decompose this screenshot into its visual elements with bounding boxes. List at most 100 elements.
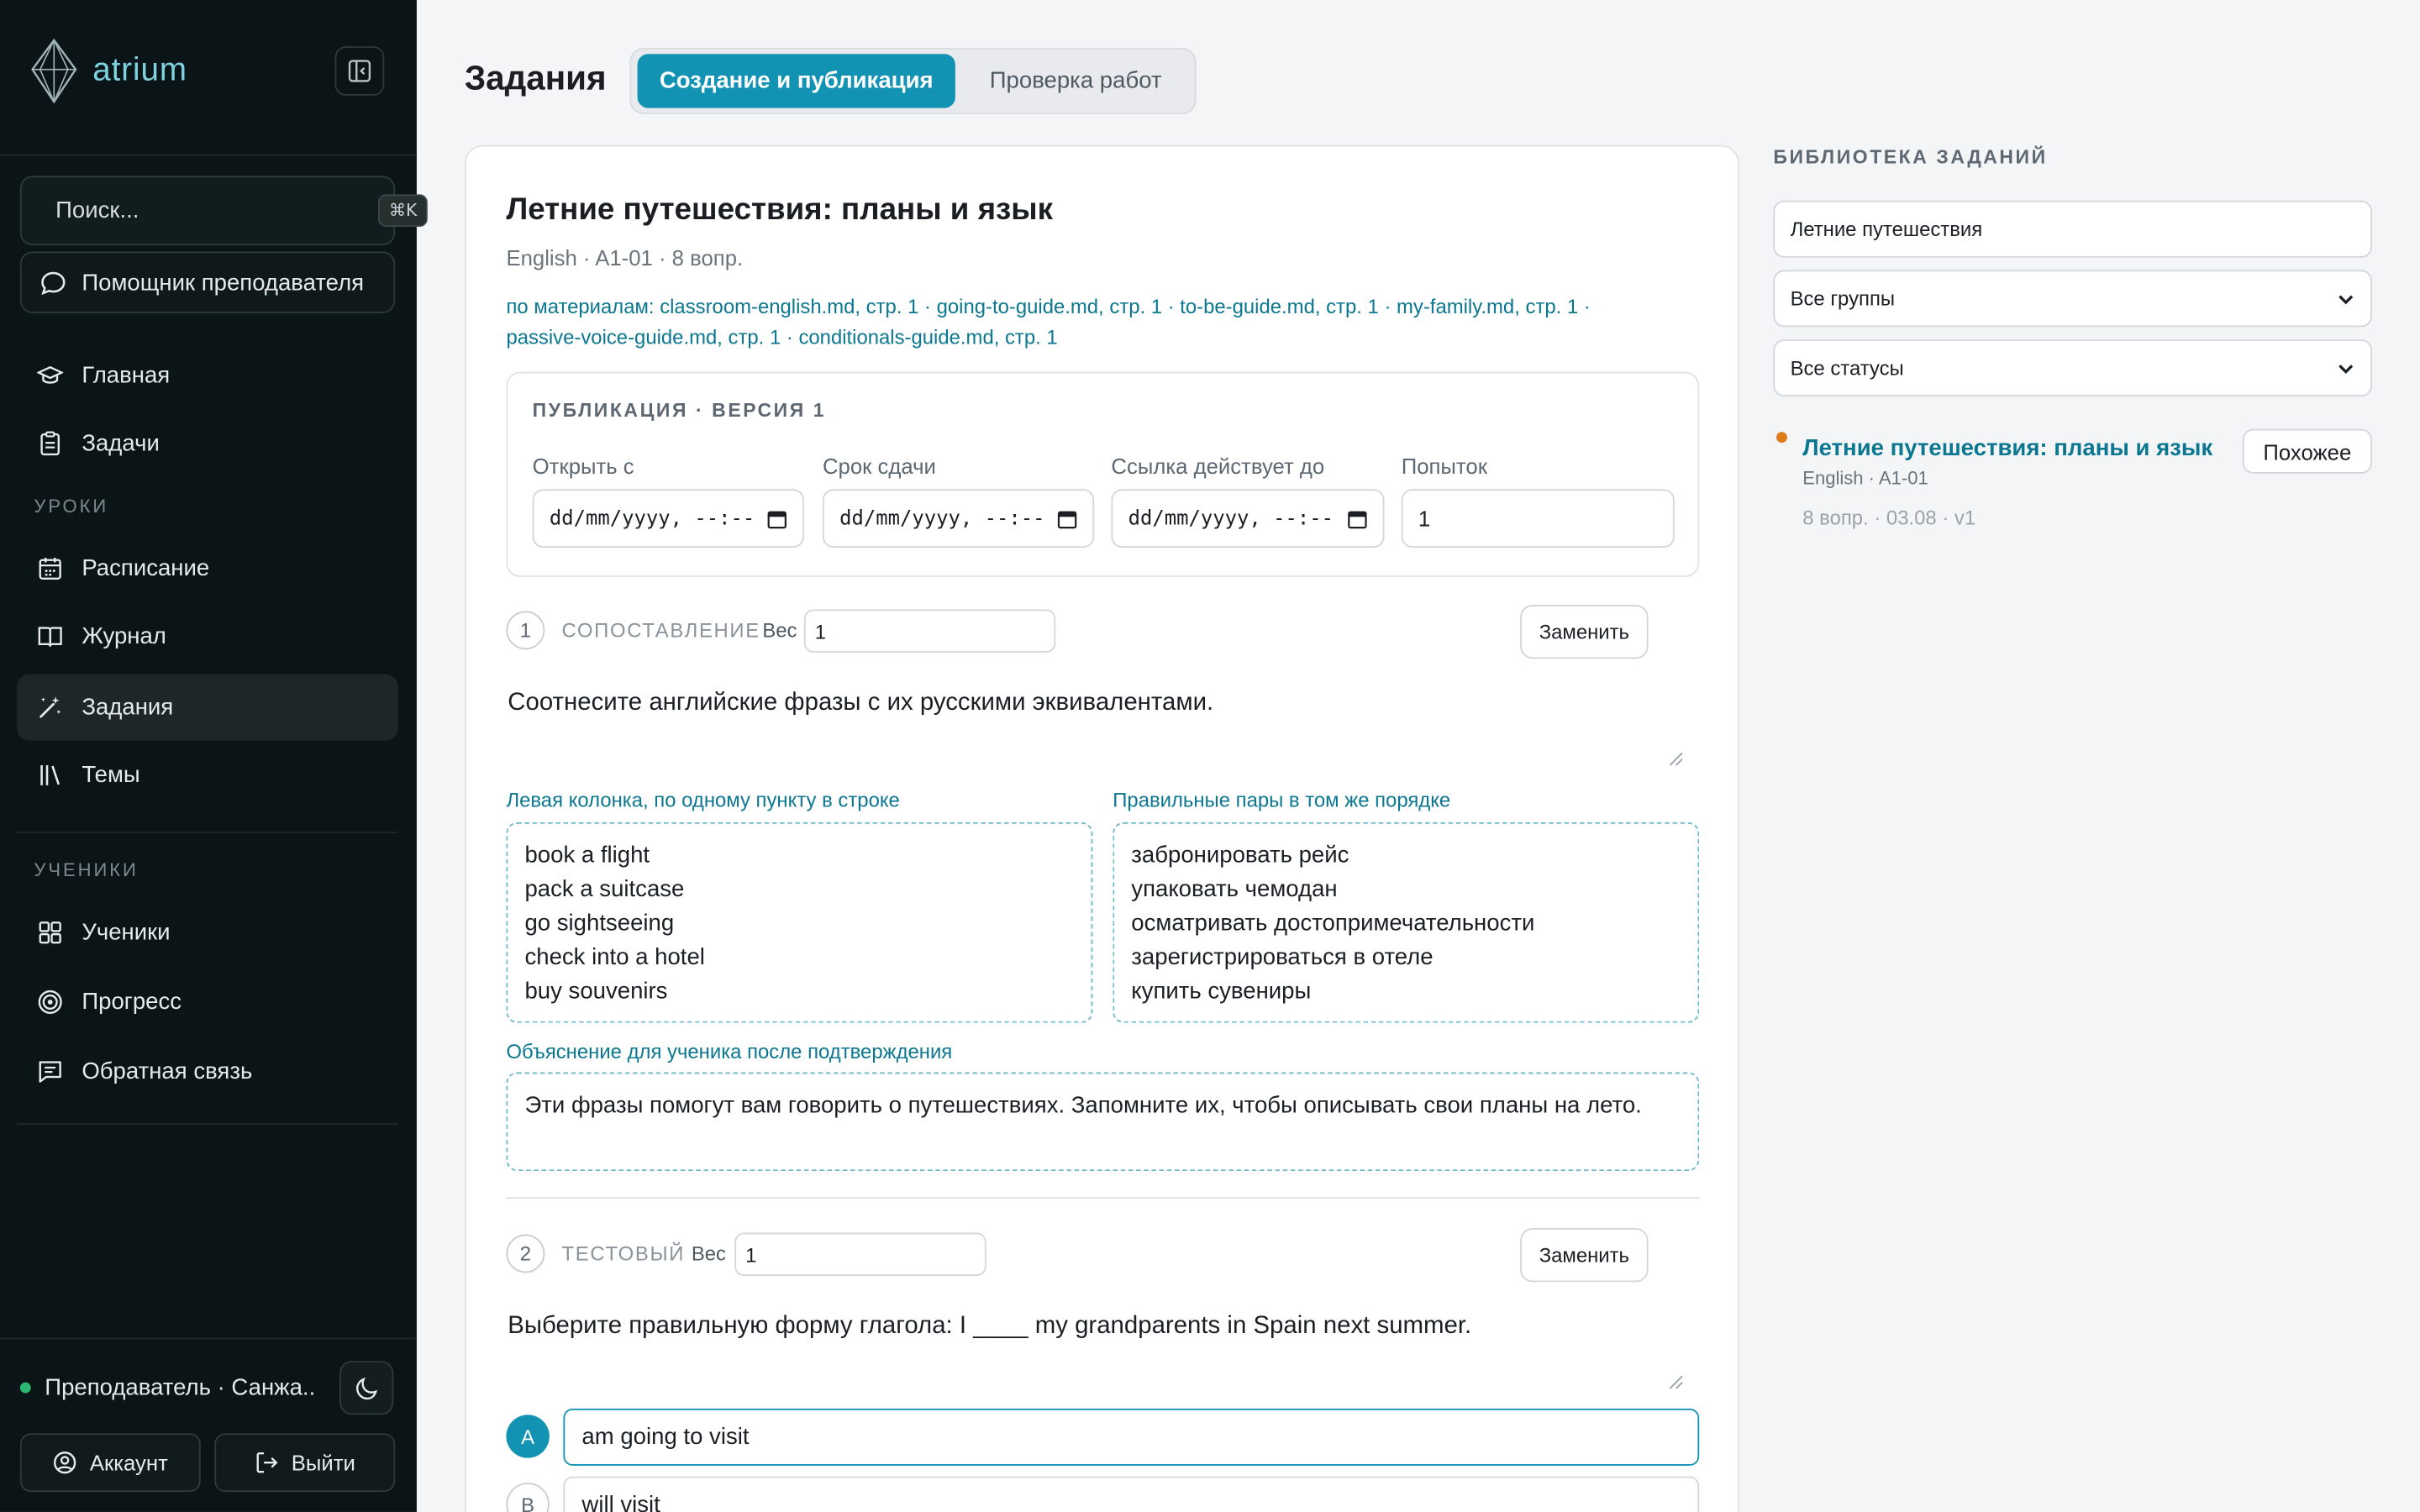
user-name: Преподаватель · Санжа... xyxy=(45,1373,317,1400)
replace-question-button[interactable]: Заменить xyxy=(1520,604,1649,659)
due-date-label: Срок сдачи xyxy=(822,453,936,479)
graduation-cap-icon xyxy=(37,365,64,384)
tab-review[interactable]: Проверка работ xyxy=(960,54,1192,108)
open-from-label: Открыть с xyxy=(532,453,634,479)
tab-create-publish[interactable]: Создание и публикация xyxy=(637,54,955,108)
right-column-textarea[interactable]: забронировать рейс упаковать чемодан осм… xyxy=(1113,822,1700,1023)
collapse-sidebar-button[interactable] xyxy=(334,46,385,96)
sidebar-divider xyxy=(17,1123,398,1125)
calendar-icon[interactable] xyxy=(767,508,787,528)
atrium-logo-icon xyxy=(31,38,77,104)
library-icon xyxy=(40,765,60,785)
book-open-icon xyxy=(38,627,62,647)
online-status-dot xyxy=(19,1381,31,1393)
explanation-label: Объяснение для ученика после подтвержден… xyxy=(506,1039,953,1063)
question-number-badge: 1 xyxy=(506,611,545,650)
assignment-title: Летние путешествия: планы и язык xyxy=(506,192,1054,227)
sidebar-item-schedule[interactable]: Расписание xyxy=(17,535,398,601)
brand[interactable]: atrium xyxy=(31,38,187,104)
sidebar-item-label: Прогресс xyxy=(82,989,182,1016)
question-prompt[interactable]: Соотнесите английские фразы с их русским… xyxy=(508,690,1681,717)
assignment-editor-card: Летние путешествия: планы и язык English… xyxy=(464,144,1739,1512)
group-filter-select[interactable]: Все группы xyxy=(1773,270,2373,328)
left-column-label: Левая колонка, по одному пункту в строке xyxy=(506,788,900,812)
sidebar-item-label: Главная xyxy=(82,362,171,389)
sidebar-item-tasks[interactable]: Задачи xyxy=(17,411,398,477)
weight-input[interactable] xyxy=(803,609,1056,653)
sidebar: atrium ⌘K Помощник преподавателя xyxy=(0,0,429,1512)
attempts-label: Попыток xyxy=(1401,453,1487,479)
publication-heading: ПУБЛИКАЦИЯ · ВЕРСИЯ 1 xyxy=(532,399,827,422)
explanation-textarea[interactable]: Эти фразы помогут вам говорить о путешес… xyxy=(506,1072,1700,1172)
right-item: забронировать рейс xyxy=(1131,842,1349,869)
question-divider xyxy=(506,1197,1700,1200)
question-type-label: ТЕСТОВЫЙ xyxy=(561,1242,686,1266)
option-input[interactable]: will visit xyxy=(563,1476,1700,1512)
sidebar-item-progress[interactable]: Прогресс xyxy=(17,969,398,1035)
library-item-title[interactable]: Летние путешествия: планы и язык xyxy=(1802,435,2212,461)
message-icon xyxy=(39,1061,61,1083)
library-search-value: Летние путешествия xyxy=(1790,217,1983,241)
calendar-icon[interactable] xyxy=(1057,508,1077,528)
magic-wand-icon xyxy=(39,696,61,719)
group-filter-value: Все группы xyxy=(1790,286,1896,311)
account-button[interactable]: Аккаунт xyxy=(19,1433,201,1493)
account-label: Аккаунт xyxy=(89,1450,168,1475)
app-root: atrium ⌘K Помощник преподавателя xyxy=(0,0,2420,1512)
weight-input[interactable] xyxy=(734,1232,986,1276)
due-date-value: dd/mm/yyyy, --:-- xyxy=(839,507,1045,530)
status-filter-select[interactable]: Все статусы xyxy=(1773,339,2373,397)
resize-handle-icon[interactable] xyxy=(1668,751,1683,766)
page-title: Задания xyxy=(464,58,607,97)
sidebar-search[interactable]: ⌘K xyxy=(19,176,429,246)
open-from-value: dd/mm/yyyy, --:-- xyxy=(549,507,755,530)
similar-button[interactable]: Похожее xyxy=(2242,428,2373,474)
option-letter[interactable]: B xyxy=(506,1483,550,1512)
teacher-assistant-button[interactable]: Помощник преподавателя xyxy=(19,251,396,313)
logout-label: Выйти xyxy=(291,1450,355,1475)
sidebar-item-journal[interactable]: Журнал xyxy=(17,603,398,669)
theme-toggle-button[interactable] xyxy=(339,1360,394,1415)
left-column-textarea[interactable]: book a flight pack a suitcase go sightse… xyxy=(506,822,1093,1023)
sidebar-item-topics[interactable]: Темы xyxy=(17,742,398,808)
open-from-input[interactable]: dd/mm/yyyy, --:-- xyxy=(532,489,804,549)
right-item: купить сувениры xyxy=(1131,978,1312,1005)
link-valid-until-value: dd/mm/yyyy, --:-- xyxy=(1128,507,1334,530)
replace-question-button[interactable]: Заменить xyxy=(1520,1228,1649,1283)
grid-icon xyxy=(39,921,61,944)
weight-label: Вес xyxy=(762,618,797,643)
sidebar-item-home[interactable]: Главная xyxy=(17,343,398,409)
sidebar-item-label: Задания xyxy=(82,694,174,721)
link-valid-until-input[interactable]: dd/mm/yyyy, --:-- xyxy=(1111,489,1385,549)
right-column-label: Правильные пары в том же порядке xyxy=(1113,788,1451,812)
library-search-input[interactable]: Летние путешествия xyxy=(1773,200,2373,258)
left-item: pack a suitcase xyxy=(524,876,685,903)
sidebar-divider xyxy=(0,154,417,156)
target-icon xyxy=(38,990,62,1014)
section-students-heading: УЧЕНИКИ xyxy=(34,859,139,881)
logout-button[interactable]: Выйти xyxy=(214,1433,396,1493)
chat-bubble-icon xyxy=(41,270,66,295)
option-input[interactable]: am going to visit xyxy=(563,1408,1700,1466)
link-valid-until-label: Ссылка действует до xyxy=(1111,453,1325,479)
attempts-input[interactable] xyxy=(1401,489,1675,549)
sidebar-item-label: Расписание xyxy=(82,555,210,582)
question-type-label: СОПОСТАВЛЕНИЕ xyxy=(561,618,760,643)
calendar-icon xyxy=(39,557,61,580)
due-date-input[interactable]: dd/mm/yyyy, --:-- xyxy=(822,489,1095,549)
sidebar-item-feedback[interactable]: Обратная связь xyxy=(17,1038,398,1105)
left-item: book a flight xyxy=(524,842,650,869)
source-materials: по материалам: classroom-english.md, стр… xyxy=(506,291,1679,353)
search-input[interactable] xyxy=(55,197,363,224)
question-prompt[interactable]: Выберите правильную форму глагола: I ___… xyxy=(508,1313,1681,1341)
option-letter-correct[interactable]: A xyxy=(506,1415,550,1458)
search-shortcut-badge: ⌘K xyxy=(377,194,429,227)
calendar-icon[interactable] xyxy=(1347,508,1367,528)
resize-handle-icon[interactable] xyxy=(1668,1374,1683,1389)
sidebar-item-students[interactable]: Ученики xyxy=(17,900,398,966)
mode-tabs: Создание и публикация Проверка работ xyxy=(629,47,1197,114)
clipboard-icon xyxy=(40,431,60,456)
left-item: buy souvenirs xyxy=(524,978,668,1005)
left-item: check into a hotel xyxy=(524,944,705,971)
sidebar-item-assignments[interactable]: Задания xyxy=(17,674,398,741)
